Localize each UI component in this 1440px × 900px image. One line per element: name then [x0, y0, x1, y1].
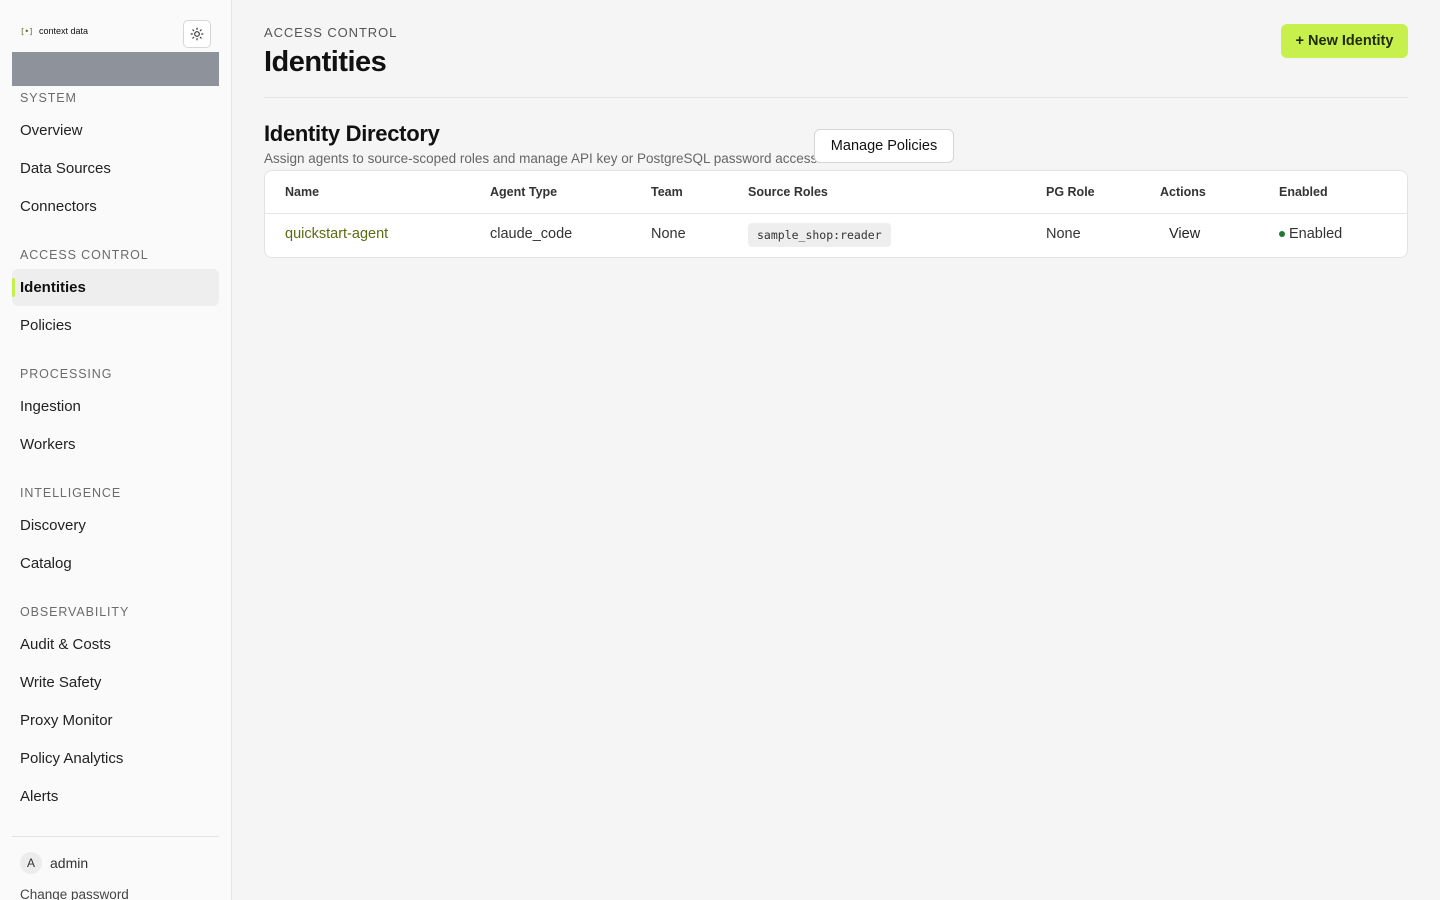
brand-mark-icon: [•]: [20, 26, 33, 36]
page-title: Identities: [264, 46, 387, 78]
column-header-agent-type[interactable]: Agent Type: [490, 185, 557, 199]
theme-toggle-button[interactable]: [183, 20, 211, 48]
section-title-intelligence: INTELLIGENCE: [20, 486, 122, 500]
sidebar-item-policies[interactable]: Policies: [12, 307, 219, 344]
section-title-system: SYSTEM: [20, 91, 77, 105]
section-title-access-control: ACCESS CONTROL: [20, 248, 149, 262]
section-title-processing: PROCESSING: [20, 367, 113, 381]
brand-name: context data: [38, 26, 88, 36]
column-header-pg-role[interactable]: PG Role: [1046, 185, 1095, 199]
directory-subtitle: Assign agents to source-scoped roles and…: [264, 151, 822, 166]
new-identity-button[interactable]: + New Identity: [1281, 24, 1408, 58]
enabled-status: Enabled: [1279, 226, 1342, 242]
sidebar-item-write-safety[interactable]: Write Safety: [12, 664, 219, 701]
source-role-chip: sample_shop:reader: [748, 223, 891, 247]
directory-title: Identity Directory: [264, 121, 440, 146]
column-header-source-roles[interactable]: Source Roles: [748, 185, 828, 199]
view-button[interactable]: View: [1169, 226, 1200, 242]
sun-icon: [190, 27, 204, 41]
manage-policies-button[interactable]: Manage Policies: [814, 129, 954, 163]
breadcrumb: ACCESS CONTROL: [264, 25, 398, 40]
identities-table: Name Agent Type Team Source Roles PG Rol…: [264, 170, 1408, 258]
enabled-label: Enabled: [1289, 226, 1343, 242]
sidebar-item-ingestion[interactable]: Ingestion: [12, 388, 219, 425]
sidebar-banner: [12, 52, 219, 86]
avatar: A: [20, 852, 42, 874]
sidebar-item-data-sources[interactable]: Data Sources: [12, 150, 219, 187]
sidebar-item-connectors[interactable]: Connectors: [12, 188, 219, 225]
sidebar-footer-divider: [12, 836, 219, 837]
team-cell: None: [651, 226, 686, 242]
sidebar-item-catalog[interactable]: Catalog: [12, 545, 219, 582]
table-header: Name Agent Type Team Source Roles PG Rol…: [265, 171, 1407, 214]
brand-logo[interactable]: [•] context data: [20, 26, 88, 36]
sidebar-item-policy-analytics[interactable]: Policy Analytics: [12, 740, 219, 777]
sidebar-item-discovery[interactable]: Discovery: [12, 507, 219, 544]
sidebar-item-alerts[interactable]: Alerts: [12, 778, 219, 815]
column-header-name[interactable]: Name: [285, 185, 319, 199]
column-header-enabled[interactable]: Enabled: [1279, 185, 1328, 199]
agent-type-cell: claude_code: [490, 226, 573, 242]
sidebar-item-identities[interactable]: Identities: [12, 269, 219, 306]
column-header-team[interactable]: Team: [651, 185, 683, 199]
header-divider: [264, 97, 1408, 98]
change-password-link[interactable]: Change password: [20, 887, 129, 900]
section-title-observability: OBSERVABILITY: [20, 605, 130, 619]
status-dot-icon: [1279, 231, 1285, 237]
sidebar: [•] context data SYSTEM Overview Data So…: [0, 0, 232, 900]
sidebar-item-workers[interactable]: Workers: [12, 426, 219, 463]
pg-role-cell: None: [1046, 226, 1081, 242]
identity-name-link[interactable]: quickstart-agent: [285, 226, 388, 242]
sidebar-item-audit-costs[interactable]: Audit & Costs: [12, 626, 219, 663]
column-header-actions: Actions: [1160, 185, 1206, 199]
username: admin: [50, 855, 89, 871]
main-content: ACCESS CONTROL Identities + New Identity…: [232, 0, 1440, 900]
sidebar-item-proxy-monitor[interactable]: Proxy Monitor: [12, 702, 219, 739]
sidebar-item-overview[interactable]: Overview: [12, 112, 219, 149]
